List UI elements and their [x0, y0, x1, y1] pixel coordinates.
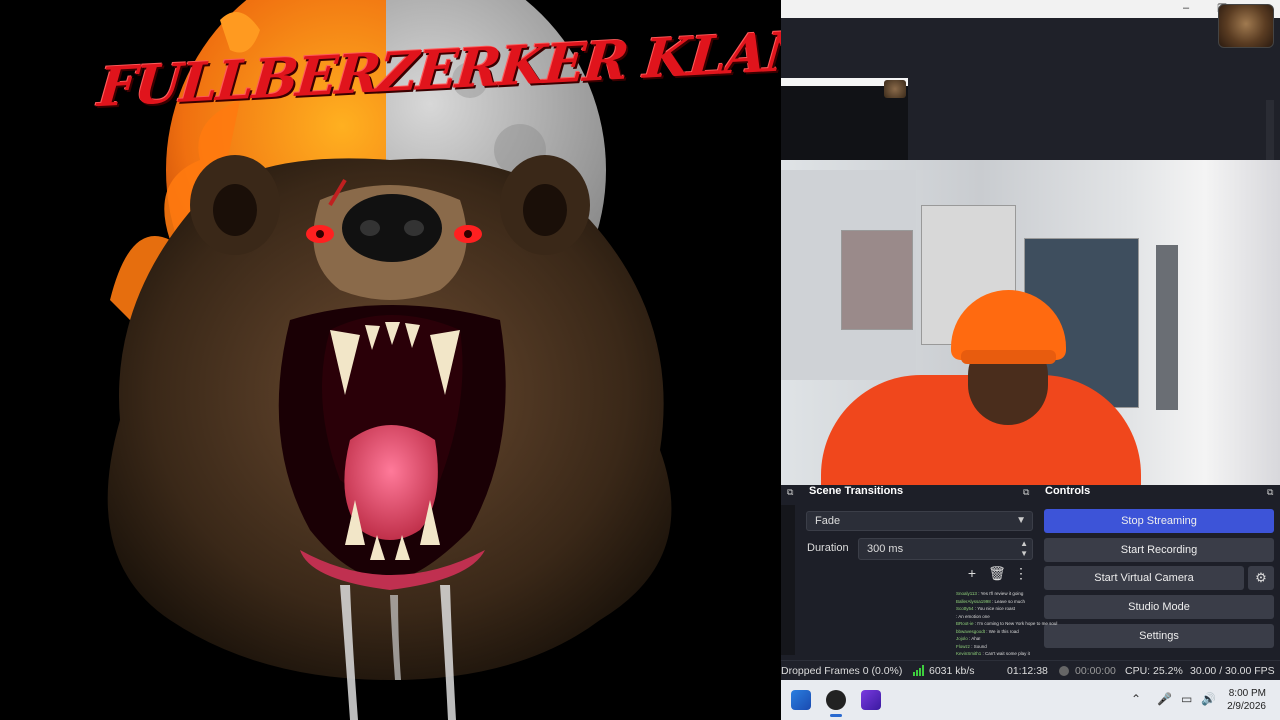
nested-avatar	[884, 80, 906, 98]
chat-line: Jojolo : Aha!	[956, 636, 981, 641]
taskbar: ⌃ 🎤 ▭ 🔊 8:00 PM 2/9/2026	[781, 680, 1280, 720]
screen: FULLBERZERKER KLAN – ❐ ✕ ⧉	[0, 0, 1280, 720]
chevron-up-icon[interactable]: ⌃	[1131, 692, 1141, 706]
dock-float-icon[interactable]: ⧉	[1023, 487, 1029, 498]
volume-icon[interactable]: 🔊	[1201, 692, 1216, 706]
controls-dock-title: Controls	[1045, 485, 1091, 497]
desktop-panel: – ❐ ✕ ⧉ Scene Transitions ⧉ Co	[781, 0, 1280, 720]
duration-label: Duration	[807, 542, 849, 554]
trash-icon[interactable]: 🗑	[987, 563, 1007, 583]
stop-streaming-button[interactable]: Stop Streaming	[1044, 509, 1274, 533]
chat-line: Scotty54 : You nice nice roast	[956, 606, 1016, 611]
start-virtual-camera-button[interactable]: Start Virtual Camera	[1044, 566, 1244, 590]
minimize-icon[interactable]: –	[1179, 2, 1193, 14]
door-frame	[1156, 245, 1178, 410]
more-options-icon[interactable]: ⋮	[1011, 563, 1031, 583]
chat-line: : An emotion one	[956, 613, 990, 619]
duration-input[interactable]: 300 ms ▲ ▼	[858, 538, 1033, 560]
record-dot-icon	[1059, 666, 1069, 676]
dropped-frames: Dropped Frames 0 (0.0%)	[781, 665, 903, 677]
cap-brim	[961, 350, 1056, 364]
window-titlebar: – ❐ ✕	[781, 0, 1280, 18]
clock-date: 2/9/2026	[1227, 701, 1266, 712]
battery-icon[interactable]: ▭	[1181, 692, 1192, 706]
obs-status-bar: Dropped Frames 0 (0.0%) 6031 kb/s 01:12:…	[781, 660, 1280, 680]
chat-line: bbwavesgoodt : We in this road	[956, 628, 1019, 634]
chat-overlay: Snoaly113 : Yes I'll review it going Bal…	[956, 590, 1086, 658]
scene-list-edge	[781, 505, 795, 655]
editor-app-icon[interactable]	[861, 690, 881, 710]
active-app-indicator	[830, 714, 842, 717]
webcam-feed	[781, 160, 1280, 485]
transition-select[interactable]: Fade ▼	[806, 511, 1033, 531]
cpu-usage: CPU: 25.2%	[1125, 665, 1183, 677]
signal-icon	[913, 665, 924, 676]
channel-avatar	[1218, 4, 1274, 48]
chat-line: Flowzz : Sound	[956, 643, 987, 649]
chat-line: Snoaly113 : Yes I'll review it going	[956, 591, 1024, 596]
gear-icon[interactable]: ⚙	[1248, 566, 1274, 590]
spin-down-icon[interactable]: ▼	[1020, 549, 1028, 558]
clock[interactable]: 8:00 PM 2/9/2026	[1227, 687, 1266, 713]
transitions-dock-title: Scene Transitions	[809, 485, 904, 497]
chevron-down-icon: ▼	[1016, 515, 1026, 526]
add-transition-icon[interactable]: +	[962, 563, 982, 583]
bitrate: 6031 kb/s	[929, 665, 975, 677]
record-time: 00:00:00	[1075, 665, 1116, 677]
chat-line: BallerAlyssa1998 : Leave so much	[956, 598, 1026, 604]
outlook-icon[interactable]	[791, 690, 811, 710]
wall-poster	[841, 230, 913, 330]
clock-time: 8:00 PM	[1228, 688, 1266, 699]
transition-select-value: Fade	[815, 515, 841, 527]
fps: 30.00 / 30.00 FPS	[1190, 665, 1275, 677]
stream-artwork: FULLBERZERKER KLAN	[0, 0, 781, 720]
stream-time: 01:12:38	[1007, 665, 1048, 677]
dock-float-icon[interactable]: ⧉	[1267, 487, 1273, 498]
obs-app-icon[interactable]	[826, 690, 846, 710]
nested-window-preview	[781, 78, 908, 160]
microphone-icon[interactable]: 🎤	[1157, 692, 1172, 706]
chat-line: BRoot-ie : I'm coming to New York hope t…	[956, 621, 1058, 626]
dock-float-icon[interactable]: ⧉	[787, 487, 793, 498]
start-recording-button[interactable]: Start Recording	[1044, 538, 1274, 562]
chat-line: KevinSmith1 : Can't wait some play it	[956, 651, 1030, 656]
spin-up-icon[interactable]: ▲	[1020, 539, 1028, 548]
duration-value: 300 ms	[867, 543, 904, 555]
